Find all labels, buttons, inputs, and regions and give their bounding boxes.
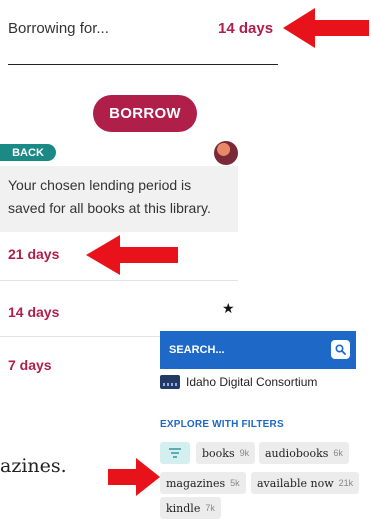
period-option-21-days[interactable]: 21 days [8, 246, 59, 262]
partial-body-text: azines. [0, 455, 67, 477]
filter-chip-label: kindle [166, 501, 201, 515]
divider [0, 280, 238, 281]
filter-chip-count: 5k [230, 478, 240, 488]
star-icon: ★ [222, 300, 235, 316]
red-arrow-annotation [86, 235, 178, 275]
filter-chip-label: magazines [166, 476, 226, 490]
borrowing-label: Borrowing for... [8, 20, 109, 37]
filter-chip-label: books [202, 446, 235, 460]
library-name[interactable]: Idaho Digital Consortium [186, 375, 317, 389]
filter-chip-magazines[interactable]: magazines 5k [160, 472, 246, 494]
borrow-button[interactable]: BORROW [93, 95, 197, 132]
search-placeholder: SEARCH... [169, 344, 225, 356]
filter-icon [169, 448, 181, 458]
search-icon [335, 344, 346, 355]
red-arrow-annotation [108, 458, 160, 496]
filter-chip-books[interactable]: books 9k [196, 442, 256, 464]
filter-chip-audiobooks[interactable]: audiobooks 6k [259, 442, 349, 464]
filter-chip-count: 7k [205, 503, 215, 513]
filter-chip-label: audiobooks [265, 446, 329, 460]
lending-info-text: Your chosen lending period is saved for … [8, 177, 211, 216]
library-logo-icon [160, 375, 180, 389]
divider [8, 64, 278, 65]
filter-toggle-button[interactable] [160, 442, 190, 464]
filter-chip-label: available now [257, 476, 334, 490]
period-option-14-days[interactable]: 14 days [8, 304, 59, 320]
search-button[interactable] [331, 340, 350, 359]
filter-chip-kindle[interactable]: kindle 7k [160, 497, 221, 519]
back-button[interactable]: BACK [0, 144, 56, 161]
libby-avatar-icon [214, 141, 238, 165]
red-arrow-annotation [283, 8, 369, 48]
search-input[interactable]: SEARCH... [160, 331, 356, 369]
filter-chip-count: 21k [338, 478, 354, 488]
borrowing-period-value[interactable]: 14 days [218, 20, 273, 37]
filter-chip-count: 9k [239, 448, 250, 458]
lending-info-box: Your chosen lending period is saved for … [0, 166, 238, 232]
period-option-7-days[interactable]: 7 days [8, 357, 52, 373]
explore-filters-heading: EXPLORE WITH FILTERS [160, 419, 284, 430]
filter-chip-count: 6k [333, 448, 343, 458]
filter-chip-available-now[interactable]: available now 21k [251, 472, 360, 494]
